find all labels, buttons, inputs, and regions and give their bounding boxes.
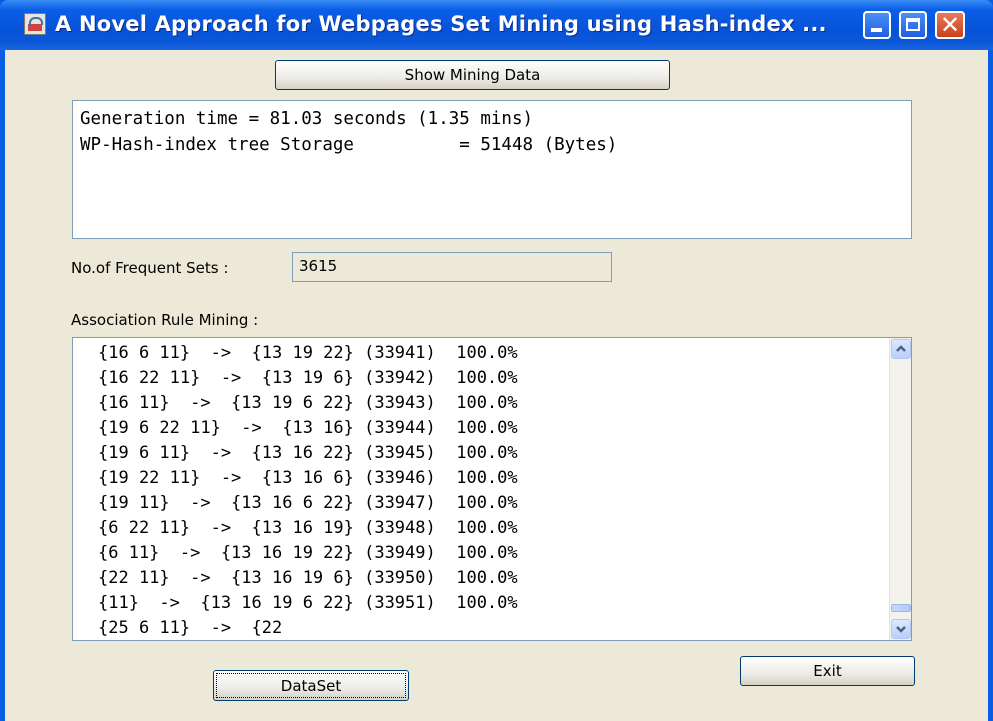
rule-line: {16 11} -> {13 19 6 22} (33943) 100.0% [98,393,518,413]
close-icon: ✕ [939,11,961,39]
rule-line: {16 22 11} -> {13 19 6} (33942) 100.0% [98,368,518,388]
scroll-thumb[interactable] [891,604,911,613]
vertical-scrollbar[interactable] [889,338,911,640]
title-bar[interactable]: A Novel Approach for Webpages Set Mining… [0,0,993,50]
association-rules-list[interactable]: {16 6 11} -> {13 19 22} (33941) 100.0% {1… [72,337,912,641]
app-window: A Novel Approach for Webpages Set Mining… [0,0,993,721]
minimize-button[interactable] [863,11,891,39]
frequent-sets-label: No.of Frequent Sets : [71,259,229,277]
rule-line: {19 22 11} -> {13 16 6} (33946) 100.0% [98,468,518,488]
dataset-button[interactable]: DataSet [213,670,409,701]
frequent-sets-field[interactable]: 3615 [292,252,612,282]
rule-line: {25 6 11} -> {22 [98,618,283,638]
rule-line: {22 11} -> {13 16 19 6} (33950) 100.0% [98,568,518,588]
chevron-down-icon [896,626,906,633]
output-line: Generation time = 81.03 seconds (1.35 mi… [80,109,534,129]
chevron-up-icon [896,345,906,352]
rule-line: {19 6 22 11} -> {13 16} (33944) 100.0% [98,418,518,438]
minimize-icon [871,28,882,32]
rule-line: {6 11} -> {13 16 19 22} (33949) 100.0% [98,543,518,563]
rule-line: {19 6 11} -> {13 16 22} (33945) 100.0% [98,443,518,463]
rule-line: {6 22 11} -> {13 16 19} (33948) 100.0% [98,518,518,538]
output-line: WP-Hash-index tree Storage = 51448 (Byte… [80,135,618,155]
show-mining-data-button[interactable]: Show Mining Data [275,60,670,90]
window-title: A Novel Approach for Webpages Set Mining… [55,12,827,36]
maximize-button[interactable] [899,11,927,39]
scroll-up-button[interactable] [891,339,911,359]
scroll-down-button[interactable] [891,619,911,639]
rule-line: {11} -> {13 16 19 6 22} (33951) 100.0% [98,593,518,613]
maximize-icon [906,18,920,31]
association-rule-label: Association Rule Mining : [71,311,259,329]
exit-button[interactable]: Exit [740,656,915,686]
java-cup-icon[interactable] [24,13,46,35]
output-text-area[interactable]: Generation time = 81.03 seconds (1.35 mi… [72,100,912,239]
client-area: Show Mining Data Generation time = 81.03… [5,50,988,721]
rule-line: {16 6 11} -> {13 19 22} (33941) 100.0% [98,343,518,363]
rule-line: {19 11} -> {13 16 6 22} (33947) 100.0% [98,493,518,513]
close-button[interactable]: ✕ [935,11,965,39]
